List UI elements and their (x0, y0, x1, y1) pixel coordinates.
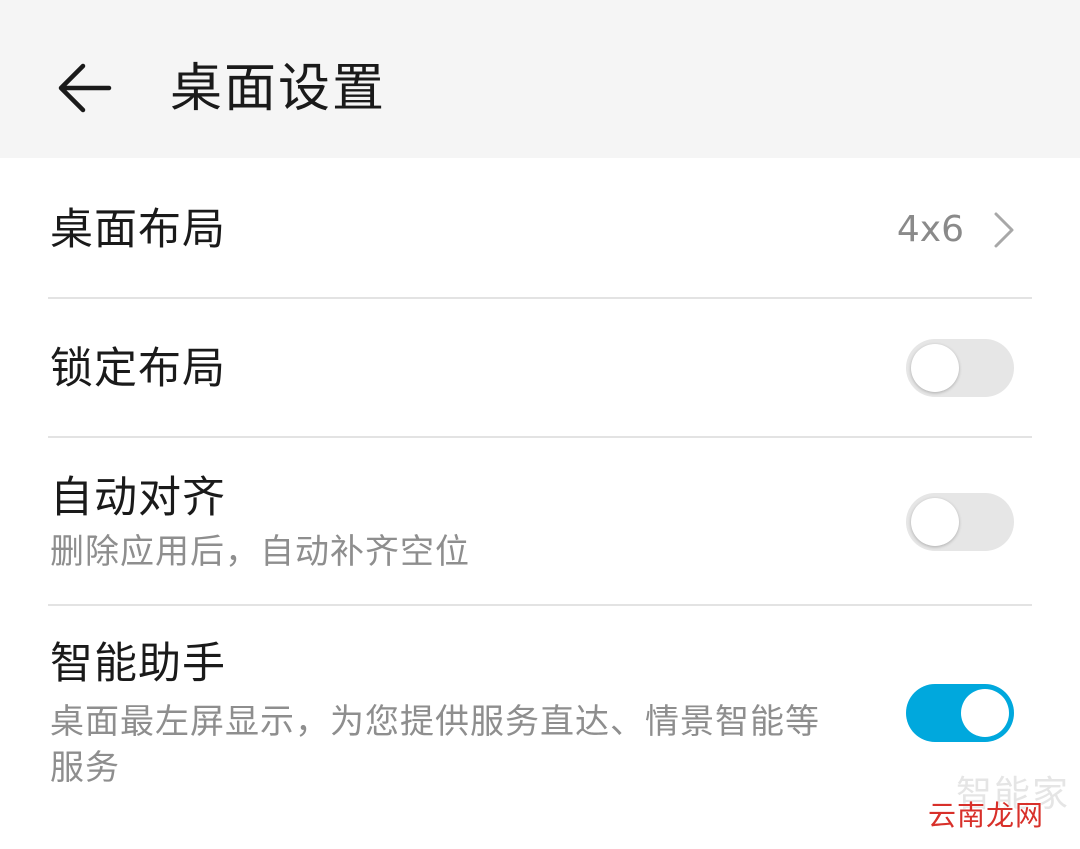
setting-auto-align[interactable]: 自动对齐 删除应用后，自动补齐空位 (50, 438, 1032, 604)
app-bar: 桌面设置 (0, 0, 1080, 158)
setting-subtitle: 删除应用后，自动补齐空位 (50, 532, 470, 572)
layout-value: 4x6 (896, 209, 964, 250)
setting-desktop-layout[interactable]: 桌面布局 4x6 (50, 158, 1032, 298)
watermark: 云南龙网 (927, 799, 1044, 832)
setting-title: 桌面布局 (50, 205, 226, 255)
setting-smart-assistant[interactable]: 智能助手 桌面最左屏显示，为您提供服务直达、情景智能等服务 (50, 606, 1032, 806)
toggle-knob (911, 498, 959, 546)
auto-align-toggle[interactable] (906, 493, 1014, 551)
chevron-right-icon (994, 212, 1014, 248)
page-title: 桌面设置 (170, 59, 387, 119)
toggle-knob (911, 344, 959, 392)
setting-title: 自动对齐 (50, 473, 226, 523)
toggle-knob (961, 689, 1009, 737)
setting-lock-layout[interactable]: 锁定布局 (50, 299, 1032, 436)
setting-subtitle: 桌面最左屏显示，为您提供服务直达、情景智能等服务 (50, 702, 820, 788)
setting-title: 锁定布局 (50, 344, 226, 394)
smart-assistant-toggle[interactable] (906, 684, 1014, 742)
back-button[interactable] (40, 40, 130, 136)
lock-layout-toggle[interactable] (906, 339, 1014, 397)
setting-title: 智能助手 (50, 639, 226, 689)
arrow-left-icon (58, 63, 112, 113)
